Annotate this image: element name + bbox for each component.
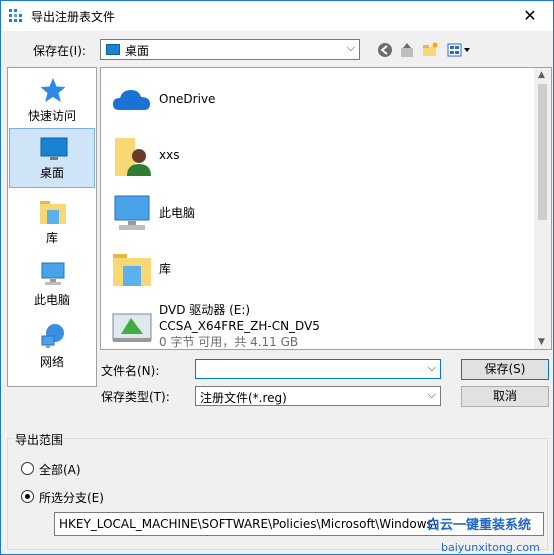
scroll-up-icon[interactable]: ▲ bbox=[538, 70, 545, 80]
volume-label: CCSA_X64FRE_ZH-CN_DV5 bbox=[159, 319, 320, 333]
back-button[interactable] bbox=[376, 41, 394, 59]
user-folder-icon bbox=[115, 138, 151, 176]
place-label: 库 bbox=[45, 231, 58, 245]
radio-selected-branch-label[interactable]: 所选分支(E) bbox=[39, 489, 104, 506]
place-network[interactable]: 网络 bbox=[9, 316, 95, 376]
desktop-icon bbox=[40, 137, 68, 160]
watermark-text: 白云一键重装系统 bbox=[427, 518, 532, 533]
radio-all[interactable] bbox=[21, 462, 34, 475]
close-icon: ✕ bbox=[523, 6, 537, 25]
onedrive-icon bbox=[113, 90, 150, 110]
file-name: 此电脑 bbox=[159, 206, 196, 220]
list-item[interactable]: OneDrive bbox=[107, 74, 527, 128]
list-item[interactable]: 库 bbox=[107, 242, 527, 296]
new-folder-icon bbox=[423, 42, 438, 56]
places-bar: 快速访问 桌面 库 此电脑 网络 bbox=[7, 67, 97, 387]
watermark-url: baiyunxitong.com bbox=[441, 541, 540, 554]
title-bar[interactable]: 导出注册表文件 ✕ bbox=[1, 1, 553, 31]
filetype-value: 注册文件(*.reg) bbox=[200, 391, 287, 405]
file-name: OneDrive bbox=[159, 92, 216, 106]
place-label: 快速访问 bbox=[27, 109, 76, 123]
location-dropdown[interactable]: 桌面 ⌵ bbox=[100, 39, 360, 60]
place-quick-access[interactable]: 快速访问 bbox=[9, 70, 95, 130]
file-name: xxs bbox=[159, 148, 180, 162]
library-icon bbox=[40, 201, 66, 224]
export-registry-dialog: 导出注册表文件 ✕ 保存在(I): 桌面 ⌵ 快速访问 桌面 库 此电脑 网络 … bbox=[0, 0, 554, 555]
chevron-down-icon: ⌵ bbox=[427, 388, 436, 401]
list-item[interactable]: 此电脑 bbox=[107, 186, 527, 240]
dvd-drive-icon bbox=[112, 313, 152, 342]
place-label: 桌面 bbox=[39, 166, 64, 180]
list-item[interactable]: DVD 驱动器 (E:) CCSA_X64FRE_ZH-CN_DV5 0 字节 … bbox=[107, 300, 527, 354]
radio-selected-branch[interactable] bbox=[21, 490, 34, 503]
chevron-down-icon: ⌵ bbox=[346, 41, 355, 54]
filetype-label: 保存类型(T): bbox=[101, 390, 170, 404]
star-icon bbox=[40, 78, 66, 102]
free-space-text: 0 字节 可用，共 4.11 GB bbox=[159, 335, 299, 349]
computer-icon bbox=[41, 262, 65, 285]
filename-label: 文件名(N): bbox=[101, 364, 160, 378]
drive-details: DVD 驱动器 (E:) CCSA_X64FRE_ZH-CN_DV5 0 字节 … bbox=[159, 302, 320, 350]
view-menu-icon bbox=[447, 43, 470, 57]
place-this-pc[interactable]: 此电脑 bbox=[9, 254, 95, 314]
list-item[interactable]: xxs bbox=[107, 130, 527, 184]
view-menu-button[interactable] bbox=[446, 41, 472, 59]
new-folder-button[interactable] bbox=[421, 41, 439, 59]
place-library[interactable]: 库 bbox=[9, 192, 95, 252]
network-icon bbox=[41, 324, 64, 348]
close-button[interactable]: ✕ bbox=[507, 1, 553, 31]
up-folder-icon bbox=[401, 43, 413, 57]
export-range-title: 导出范围 bbox=[13, 431, 66, 448]
place-desktop[interactable]: 桌面 bbox=[9, 128, 95, 188]
radio-all-label[interactable]: 全部(A) bbox=[39, 461, 81, 478]
back-arrow-icon bbox=[378, 43, 392, 57]
chevron-down-icon[interactable]: ⌵ bbox=[428, 361, 436, 375]
file-list-scrollbar[interactable]: ▲ ▼ bbox=[534, 68, 551, 349]
filetype-select[interactable]: 注册文件(*.reg) ⌵ bbox=[195, 386, 441, 406]
regedit-icon bbox=[9, 9, 22, 22]
scroll-down-icon[interactable]: ▼ bbox=[538, 337, 545, 347]
up-folder-button[interactable] bbox=[398, 41, 416, 59]
file-name: DVD 驱动器 (E:) bbox=[159, 303, 251, 317]
save-in-label: 保存在(I): bbox=[33, 44, 86, 58]
library-icon bbox=[113, 254, 151, 286]
location-value: 桌面 bbox=[125, 44, 150, 58]
scroll-thumb[interactable] bbox=[538, 84, 547, 220]
filename-input[interactable]: ⌵ bbox=[195, 359, 441, 379]
cancel-button[interactable]: 取消 bbox=[461, 386, 549, 407]
place-label: 此电脑 bbox=[33, 293, 70, 307]
place-label: 网络 bbox=[39, 355, 64, 369]
file-list: OneDrive xxs 此电脑 库 DVD 驱动器 (E:) CCSA_X64… bbox=[100, 67, 552, 350]
save-button[interactable]: 保存(S) bbox=[461, 359, 549, 380]
desktop-folder-icon bbox=[106, 44, 120, 55]
file-name: 库 bbox=[159, 262, 172, 276]
window-title: 导出注册表文件 bbox=[31, 10, 116, 24]
computer-icon bbox=[114, 195, 150, 230]
